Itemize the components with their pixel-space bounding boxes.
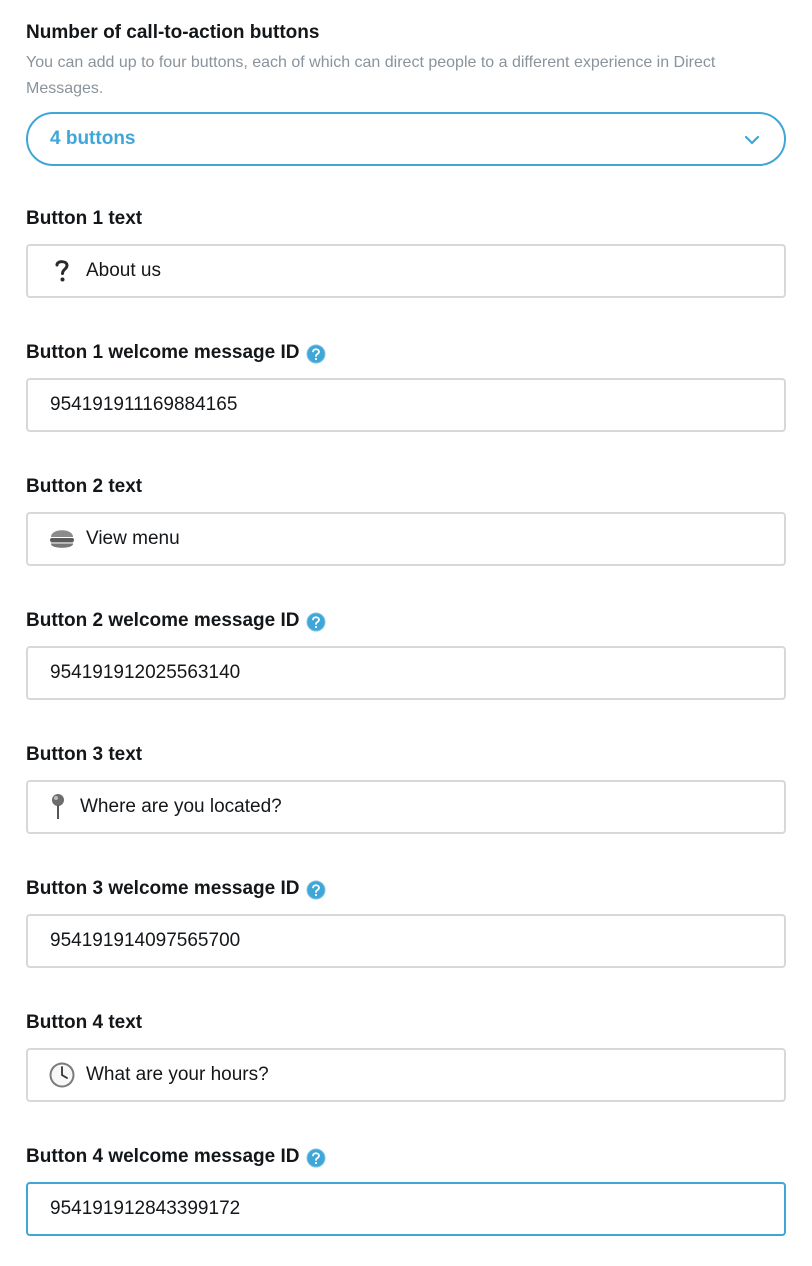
button-1-text-value: About us: [86, 260, 161, 281]
button-4-id-input[interactable]: 954191912843399172: [26, 1182, 786, 1236]
button-4-text-value: What are your hours?: [86, 1064, 269, 1085]
cta-count-title: Number of call-to-action buttons: [26, 22, 320, 43]
button-3-text-value: Where are you located?: [80, 796, 282, 817]
button-4-text-input[interactable]: What are your hours?: [26, 1048, 786, 1102]
question-mark-icon: [48, 257, 76, 285]
button-1-id-label-text: Button 1 welcome message ID: [26, 342, 300, 363]
button-1-id-value: 954191911169884165: [50, 394, 238, 415]
button-3-id-value: 954191914097565700: [50, 930, 241, 951]
cta-count-selected-value: 4 buttons: [50, 128, 136, 149]
clock-icon: [48, 1061, 76, 1089]
button-4-id-label: Button 4 welcome message ID: [26, 1146, 326, 1168]
button-1-text-input[interactable]: About us: [26, 244, 786, 298]
cta-count-select[interactable]: 4 buttons: [26, 112, 786, 166]
button-4-id-label-text: Button 4 welcome message ID: [26, 1146, 300, 1167]
button-2-text-value: View menu: [86, 528, 180, 549]
cta-count-description: You can add up to four buttons, each of …: [26, 54, 716, 97]
button-2-id-label-text: Button 2 welcome message ID: [26, 610, 300, 631]
button-4-id-value: 954191912843399172: [50, 1198, 241, 1219]
help-icon[interactable]: [306, 880, 326, 900]
button-2-id-input[interactable]: 954191912025563140: [26, 646, 786, 700]
button-1-id-input[interactable]: 954191911169884165: [26, 378, 786, 432]
button-1-id-label: Button 1 welcome message ID: [26, 342, 326, 364]
chevron-down-icon: [744, 135, 760, 145]
help-icon[interactable]: [306, 612, 326, 632]
button-3-text-input[interactable]: Where are you located?: [26, 780, 786, 834]
button-3-text-label-text: Button 3 text: [26, 744, 143, 765]
button-4-text-label-text: Button 4 text: [26, 1012, 143, 1033]
button-2-id-label: Button 2 welcome message ID: [26, 610, 326, 632]
burger-icon: [48, 525, 76, 553]
button-2-id-value: 954191912025563140: [50, 662, 241, 683]
button-3-id-label: Button 3 welcome message ID: [26, 878, 326, 900]
button-2-text-label-text: Button 2 text: [26, 476, 143, 497]
button-3-text-label: Button 3 text: [26, 744, 142, 766]
button-4-text-label: Button 4 text: [26, 1012, 142, 1034]
button-3-id-input[interactable]: 954191914097565700: [26, 914, 786, 968]
button-3-id-label-text: Button 3 welcome message ID: [26, 878, 300, 899]
button-1-text-label-text: Button 1 text: [26, 208, 143, 229]
help-icon[interactable]: [306, 1148, 326, 1168]
pushpin-icon: [50, 793, 66, 821]
button-1-text-label: Button 1 text: [26, 208, 142, 230]
button-2-text-label: Button 2 text: [26, 476, 142, 498]
help-icon[interactable]: [306, 344, 326, 364]
button-2-text-input[interactable]: View menu: [26, 512, 786, 566]
